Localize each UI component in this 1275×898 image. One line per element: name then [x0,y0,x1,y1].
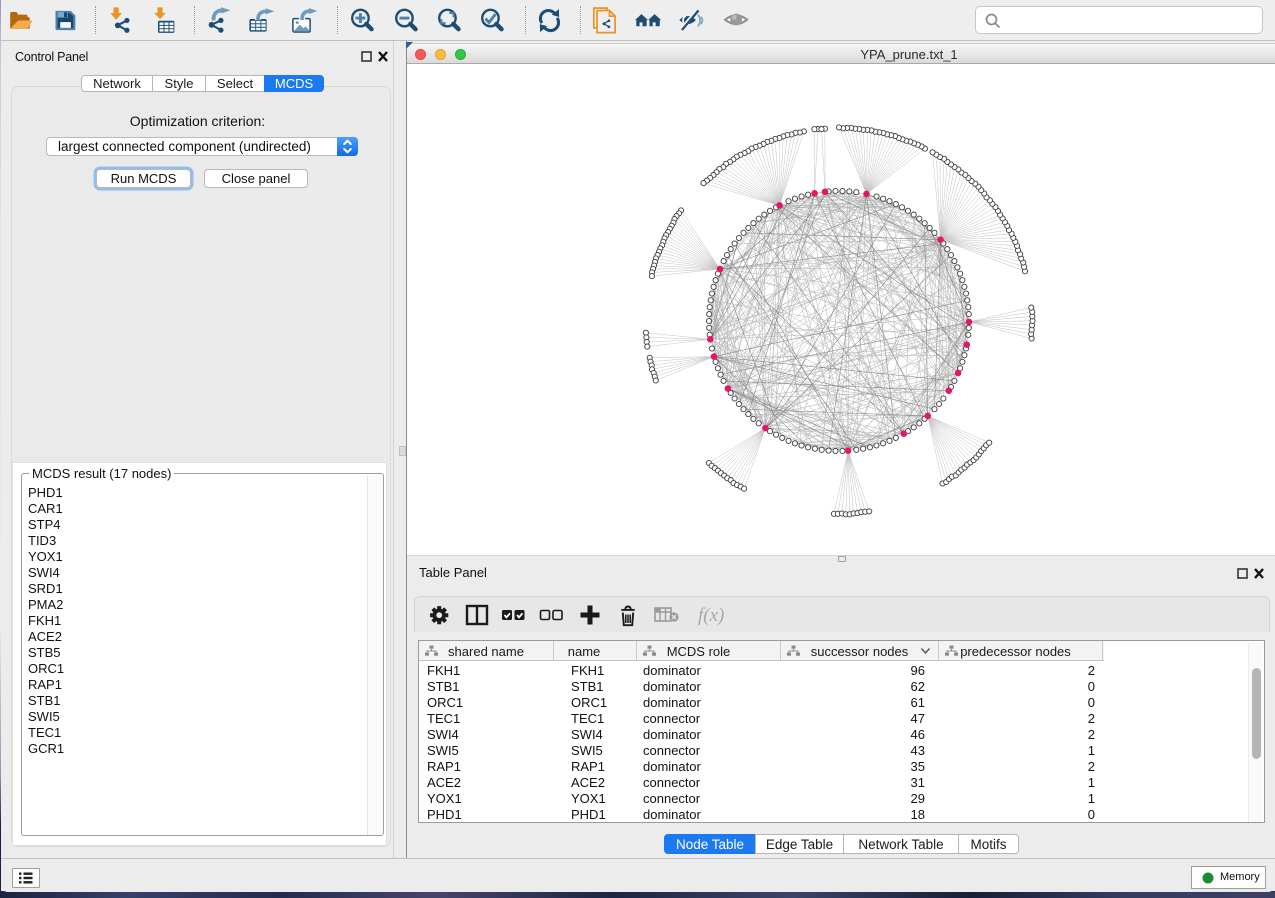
svg-text:f(x): f(x) [698,605,724,626]
